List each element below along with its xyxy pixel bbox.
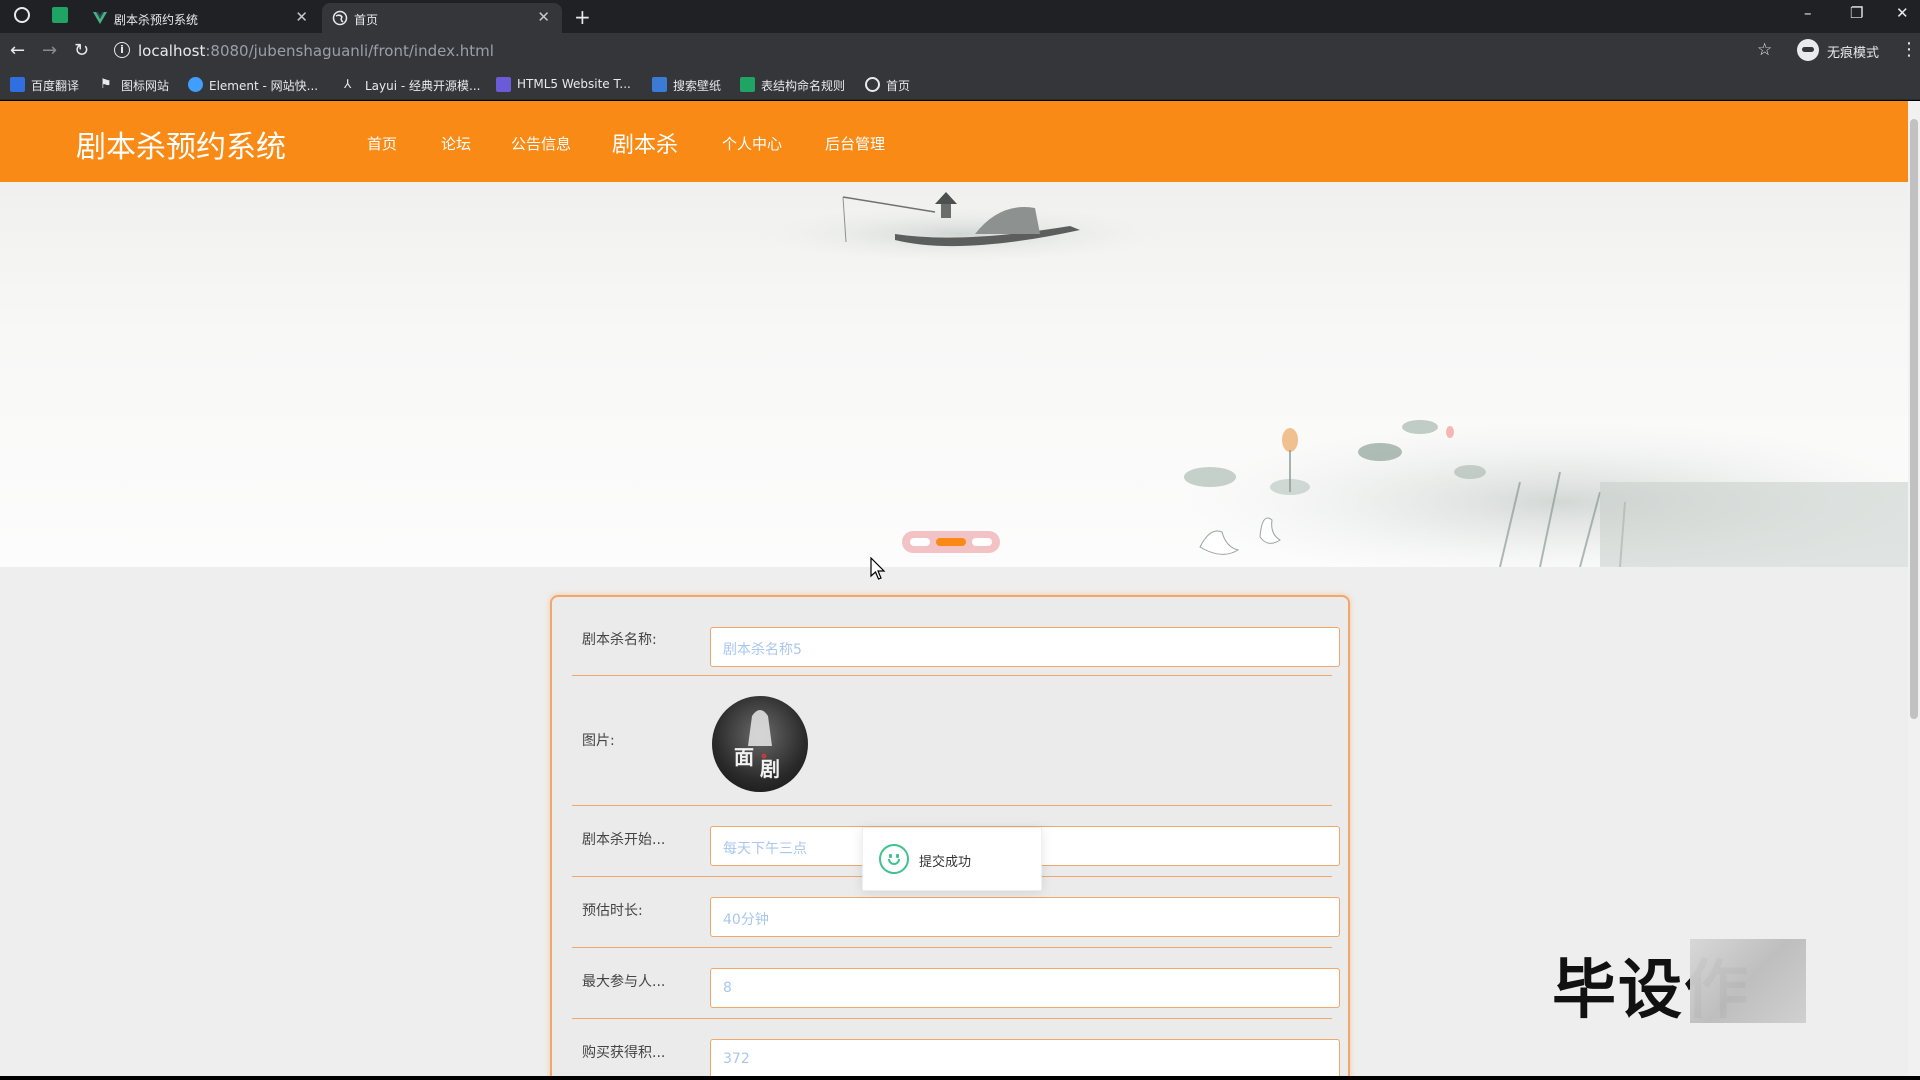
translate-icon — [10, 77, 25, 92]
ink-landscape-image — [760, 192, 1908, 567]
carousel-banner[interactable] — [0, 182, 1908, 567]
sheet-icon — [740, 77, 755, 92]
bookmark-label: 表结构命名规则 — [761, 79, 846, 93]
tab-title: 剧本杀预约系统 — [114, 13, 199, 27]
field-label: 购买获得积... — [582, 1045, 666, 1061]
bookmark-label: 百度翻译 — [31, 79, 80, 93]
field-value: 40分钟 — [723, 912, 769, 928]
globe-icon — [332, 10, 348, 26]
name-input[interactable]: 剧本杀名称5 — [710, 627, 1340, 667]
field-label: 图片: — [582, 733, 615, 749]
watermark-blur — [1690, 939, 1806, 1023]
info-icon[interactable]: i — [114, 42, 130, 58]
form-row-name: 剧本杀名称: 剧本杀名称5 — [572, 597, 1340, 676]
nav-forum[interactable]: 论坛 — [441, 133, 471, 154]
max-players-input[interactable]: 8 — [710, 968, 1340, 1008]
bookmark-label: 首页 — [886, 79, 911, 93]
carousel-indicator — [902, 531, 1000, 553]
tab-home[interactable]: 首页 ✕ — [322, 3, 562, 33]
globe-icon — [865, 77, 880, 92]
bookmark-label: Layui - 经典开源模... — [365, 79, 481, 93]
field-value: 8 — [723, 980, 732, 996]
duration-input[interactable]: 40分钟 — [710, 897, 1340, 937]
site-brand[interactable]: 剧本杀预约系统 — [76, 122, 286, 166]
bookmark-star-icon[interactable]: ☆ — [1757, 40, 1772, 60]
layui-icon: ⅄ — [344, 77, 352, 91]
scrollbar-thumb[interactable] — [1910, 119, 1918, 719]
forward-icon[interactable]: → — [42, 40, 57, 61]
html5-icon — [496, 77, 511, 92]
url-text[interactable]: localhost:8080/jubenshaguanli/front/inde… — [138, 42, 494, 60]
page-viewport: 剧本杀预约系统 首页 论坛 公告信息 剧本杀 个人中心 后台管理 剧本杀名称: … — [0, 101, 1908, 1076]
browser-tabbar: 剧本杀预约系统 ✕ 首页 ✕ + – ❐ ✕ — [0, 0, 1920, 33]
field-value: 剧本杀名称5 — [723, 642, 802, 658]
field-value: 每天下午三点 — [723, 841, 807, 857]
nav-admin[interactable]: 后台管理 — [825, 133, 885, 154]
form-row-points: 购买获得积... 372 — [572, 1019, 1340, 1076]
success-toast: 提交成功 — [862, 827, 1042, 891]
nav-profile[interactable]: 个人中心 — [722, 133, 782, 154]
script-cover-image[interactable]: 面 剧 — [712, 696, 808, 792]
field-label: 预估时长: — [582, 903, 643, 919]
bookmark-label: HTML5 Website T... — [517, 77, 631, 91]
field-label: 剧本杀开始... — [582, 832, 666, 848]
restore-button[interactable]: ❐ — [1850, 4, 1863, 22]
form-row-max-players: 最大参与人... 8 — [572, 948, 1340, 1019]
close-window-button[interactable]: ✕ — [1896, 4, 1909, 22]
minimize-button[interactable]: – — [1804, 4, 1812, 22]
cover-art: 面 剧 — [734, 710, 780, 781]
tab-title: 首页 — [354, 13, 379, 27]
url-host: localhost — [138, 42, 206, 60]
field-label: 剧本杀名称: — [582, 632, 657, 648]
close-icon[interactable]: ✕ — [537, 8, 550, 26]
menu-icon[interactable]: ⋮ — [1900, 39, 1918, 60]
vue-icon — [93, 12, 107, 24]
element-icon — [188, 77, 203, 92]
bookmark-label: Element - 网站快... — [209, 79, 319, 93]
bookmark-label: 搜索壁纸 — [673, 79, 722, 93]
carousel-dot[interactable] — [910, 538, 930, 546]
flag-icon: ⚑ — [100, 77, 112, 92]
svg-text:剧: 剧 — [760, 757, 780, 781]
carousel-dot[interactable] — [972, 538, 992, 546]
back-icon[interactable]: ← — [10, 40, 25, 61]
incognito-label: 无痕模式 — [1827, 46, 1880, 61]
smile-icon — [879, 844, 909, 874]
svg-text:面: 面 — [734, 745, 754, 769]
browser-toolbar: ← → ↻ i localhost:8080/jubenshaguanli/fr… — [0, 33, 1920, 69]
wallpaper-icon — [652, 77, 667, 92]
nav-home[interactable]: 首页 — [367, 133, 397, 154]
bookmark-label: 图标网站 — [121, 79, 170, 93]
page-scrollbar[interactable] — [1908, 101, 1920, 1076]
sheet-icon[interactable] — [52, 7, 68, 23]
field-label: 最大参与人... — [582, 974, 666, 990]
carousel-dot-active[interactable] — [936, 538, 966, 546]
incognito-icon — [1797, 39, 1819, 61]
points-input[interactable]: 372 — [710, 1039, 1340, 1076]
tab-jubensha[interactable]: 剧本杀预约系统 ✕ — [82, 3, 320, 33]
globe-icon[interactable] — [14, 7, 30, 23]
nav-notice[interactable]: 公告信息 — [511, 133, 571, 154]
mouse-cursor-icon — [870, 557, 886, 580]
new-tab-button[interactable]: + — [574, 5, 591, 29]
address-bar[interactable]: i localhost:8080/jubenshaguanli/front/in… — [108, 37, 1758, 65]
close-icon[interactable]: ✕ — [295, 8, 308, 26]
site-header: 剧本杀预约系统 首页 论坛 公告信息 剧本杀 个人中心 后台管理 — [0, 101, 1908, 182]
bookmarks-bar: 百度翻译 ⚑ 图标网站 Element - 网站快... ⅄ Layui - 经典开… — [0, 69, 1920, 100]
toast-message: 提交成功 — [919, 855, 972, 870]
url-path: :8080/jubenshaguanli/front/index.html — [205, 42, 494, 60]
field-value: 372 — [723, 1051, 750, 1067]
reload-icon[interactable]: ↻ — [74, 40, 89, 61]
nav-jubensha[interactable]: 剧本杀 — [612, 127, 678, 159]
form-row-image: 图片: 面 剧 — [572, 676, 1332, 806]
